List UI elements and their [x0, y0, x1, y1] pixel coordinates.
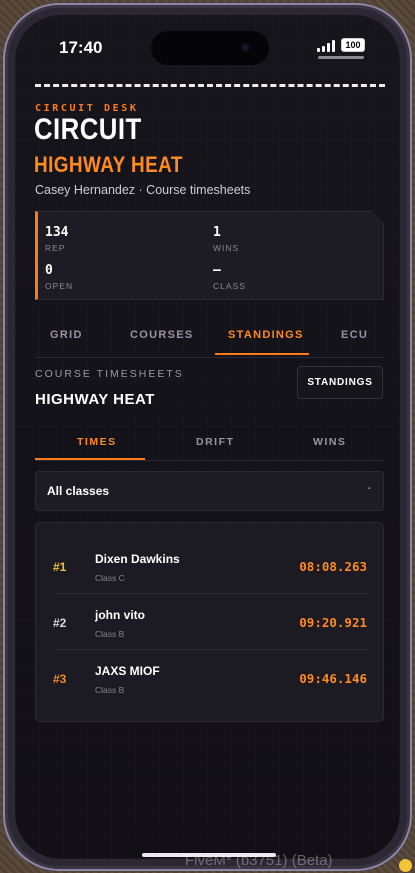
tab-courses[interactable]: COURSES — [130, 329, 194, 341]
stat-value: 1 — [213, 225, 221, 240]
stat-open: 0 OPEN — [45, 263, 73, 291]
stat-label: WINS — [213, 243, 240, 253]
section-title: HIGHWAY HEAT — [35, 391, 155, 408]
main-tabs: GRID COURSES STANDINGS ECU — [35, 321, 384, 358]
subtab-drift[interactable]: DRIFT — [196, 436, 234, 448]
tab-grid[interactable]: GRID — [50, 329, 83, 341]
tab-ecu[interactable]: ECU — [341, 329, 368, 341]
subtab-times[interactable]: TIMES — [77, 436, 117, 448]
row-class: Class B — [95, 685, 125, 695]
tab-standings[interactable]: STANDINGS — [228, 329, 304, 341]
leaderboard-row[interactable]: #3 JAXS MIOF Class B 09:46.146 — [36, 650, 383, 706]
row-class: Class C — [95, 573, 125, 583]
stat-value: 134 — [45, 225, 69, 240]
row-driver-name: john vito — [95, 608, 145, 622]
row-time: 09:46.146 — [299, 671, 367, 686]
phone-frame: 17:40 100 CIRCUIT DESK CIRCUIT HIGHWAY H… — [3, 3, 412, 871]
row-class: Class B — [95, 629, 125, 639]
subtab-active-indicator — [35, 458, 145, 460]
section-label: COURSE TIMESHEETS — [35, 368, 184, 380]
sub-tabs: TIMES DRIFT WINS — [35, 430, 384, 461]
row-time: 08:08.263 — [299, 559, 367, 574]
row-time: 09:20.921 — [299, 615, 367, 630]
stat-label: CLASS — [213, 281, 246, 291]
stat-label: REP — [45, 243, 66, 253]
status-underline — [318, 56, 364, 59]
leaderboard-row[interactable]: #2 john vito Class B 09:20.921 — [36, 594, 383, 650]
stat-value: — — [213, 263, 221, 278]
leaderboard: #1 Dixen Dawkins Class C 08:08.263 #2 jo… — [35, 522, 384, 722]
status-time: 17:40 — [59, 38, 103, 57]
camera-icon — [241, 43, 250, 52]
stat-label: OPEN — [45, 281, 74, 291]
header-divider — [35, 84, 385, 87]
chevron-down-icon: - — [367, 483, 371, 494]
subtab-wins[interactable]: WINS — [313, 436, 346, 448]
row-rank: #1 — [53, 560, 67, 574]
class-filter-select[interactable]: All classes - — [35, 471, 384, 511]
leaderboard-row[interactable]: #1 Dixen Dawkins Class C 08:08.263 — [36, 538, 383, 594]
tab-active-indicator — [215, 353, 309, 355]
row-driver-name: Dixen Dawkins — [95, 552, 180, 566]
stats-card: 134 REP 1 WINS 0 OPEN — CLASS — [35, 211, 384, 300]
page-subtitle: Casey Hernandez · Course timesheets — [35, 183, 251, 197]
dynamic-island — [151, 31, 269, 65]
page-subtitle-title: HIGHWAY HEAT — [34, 152, 183, 177]
status-bar: 17:40 100 — [15, 15, 400, 75]
page-title: CIRCUIT — [34, 113, 142, 146]
row-rank: #3 — [53, 672, 67, 686]
stat-value: 0 — [45, 263, 53, 278]
stat-rep: 134 REP — [45, 225, 68, 253]
row-driver-name: JAXS MIOF — [95, 664, 160, 678]
standings-button[interactable]: STANDINGS — [297, 366, 383, 399]
class-filter-value: All classes — [47, 484, 110, 498]
stat-wins: 1 WINS — [213, 225, 239, 253]
phone-screen: 17:40 100 CIRCUIT DESK CIRCUIT HIGHWAY H… — [15, 15, 400, 859]
battery-icon: 100 — [341, 38, 365, 52]
row-rank: #2 — [53, 616, 67, 630]
emoji-icon — [399, 859, 412, 872]
signal-icon — [317, 40, 335, 52]
stat-class: — CLASS — [213, 263, 246, 291]
fivem-watermark: FiveM* (b3751) (Beta) — [185, 852, 333, 869]
